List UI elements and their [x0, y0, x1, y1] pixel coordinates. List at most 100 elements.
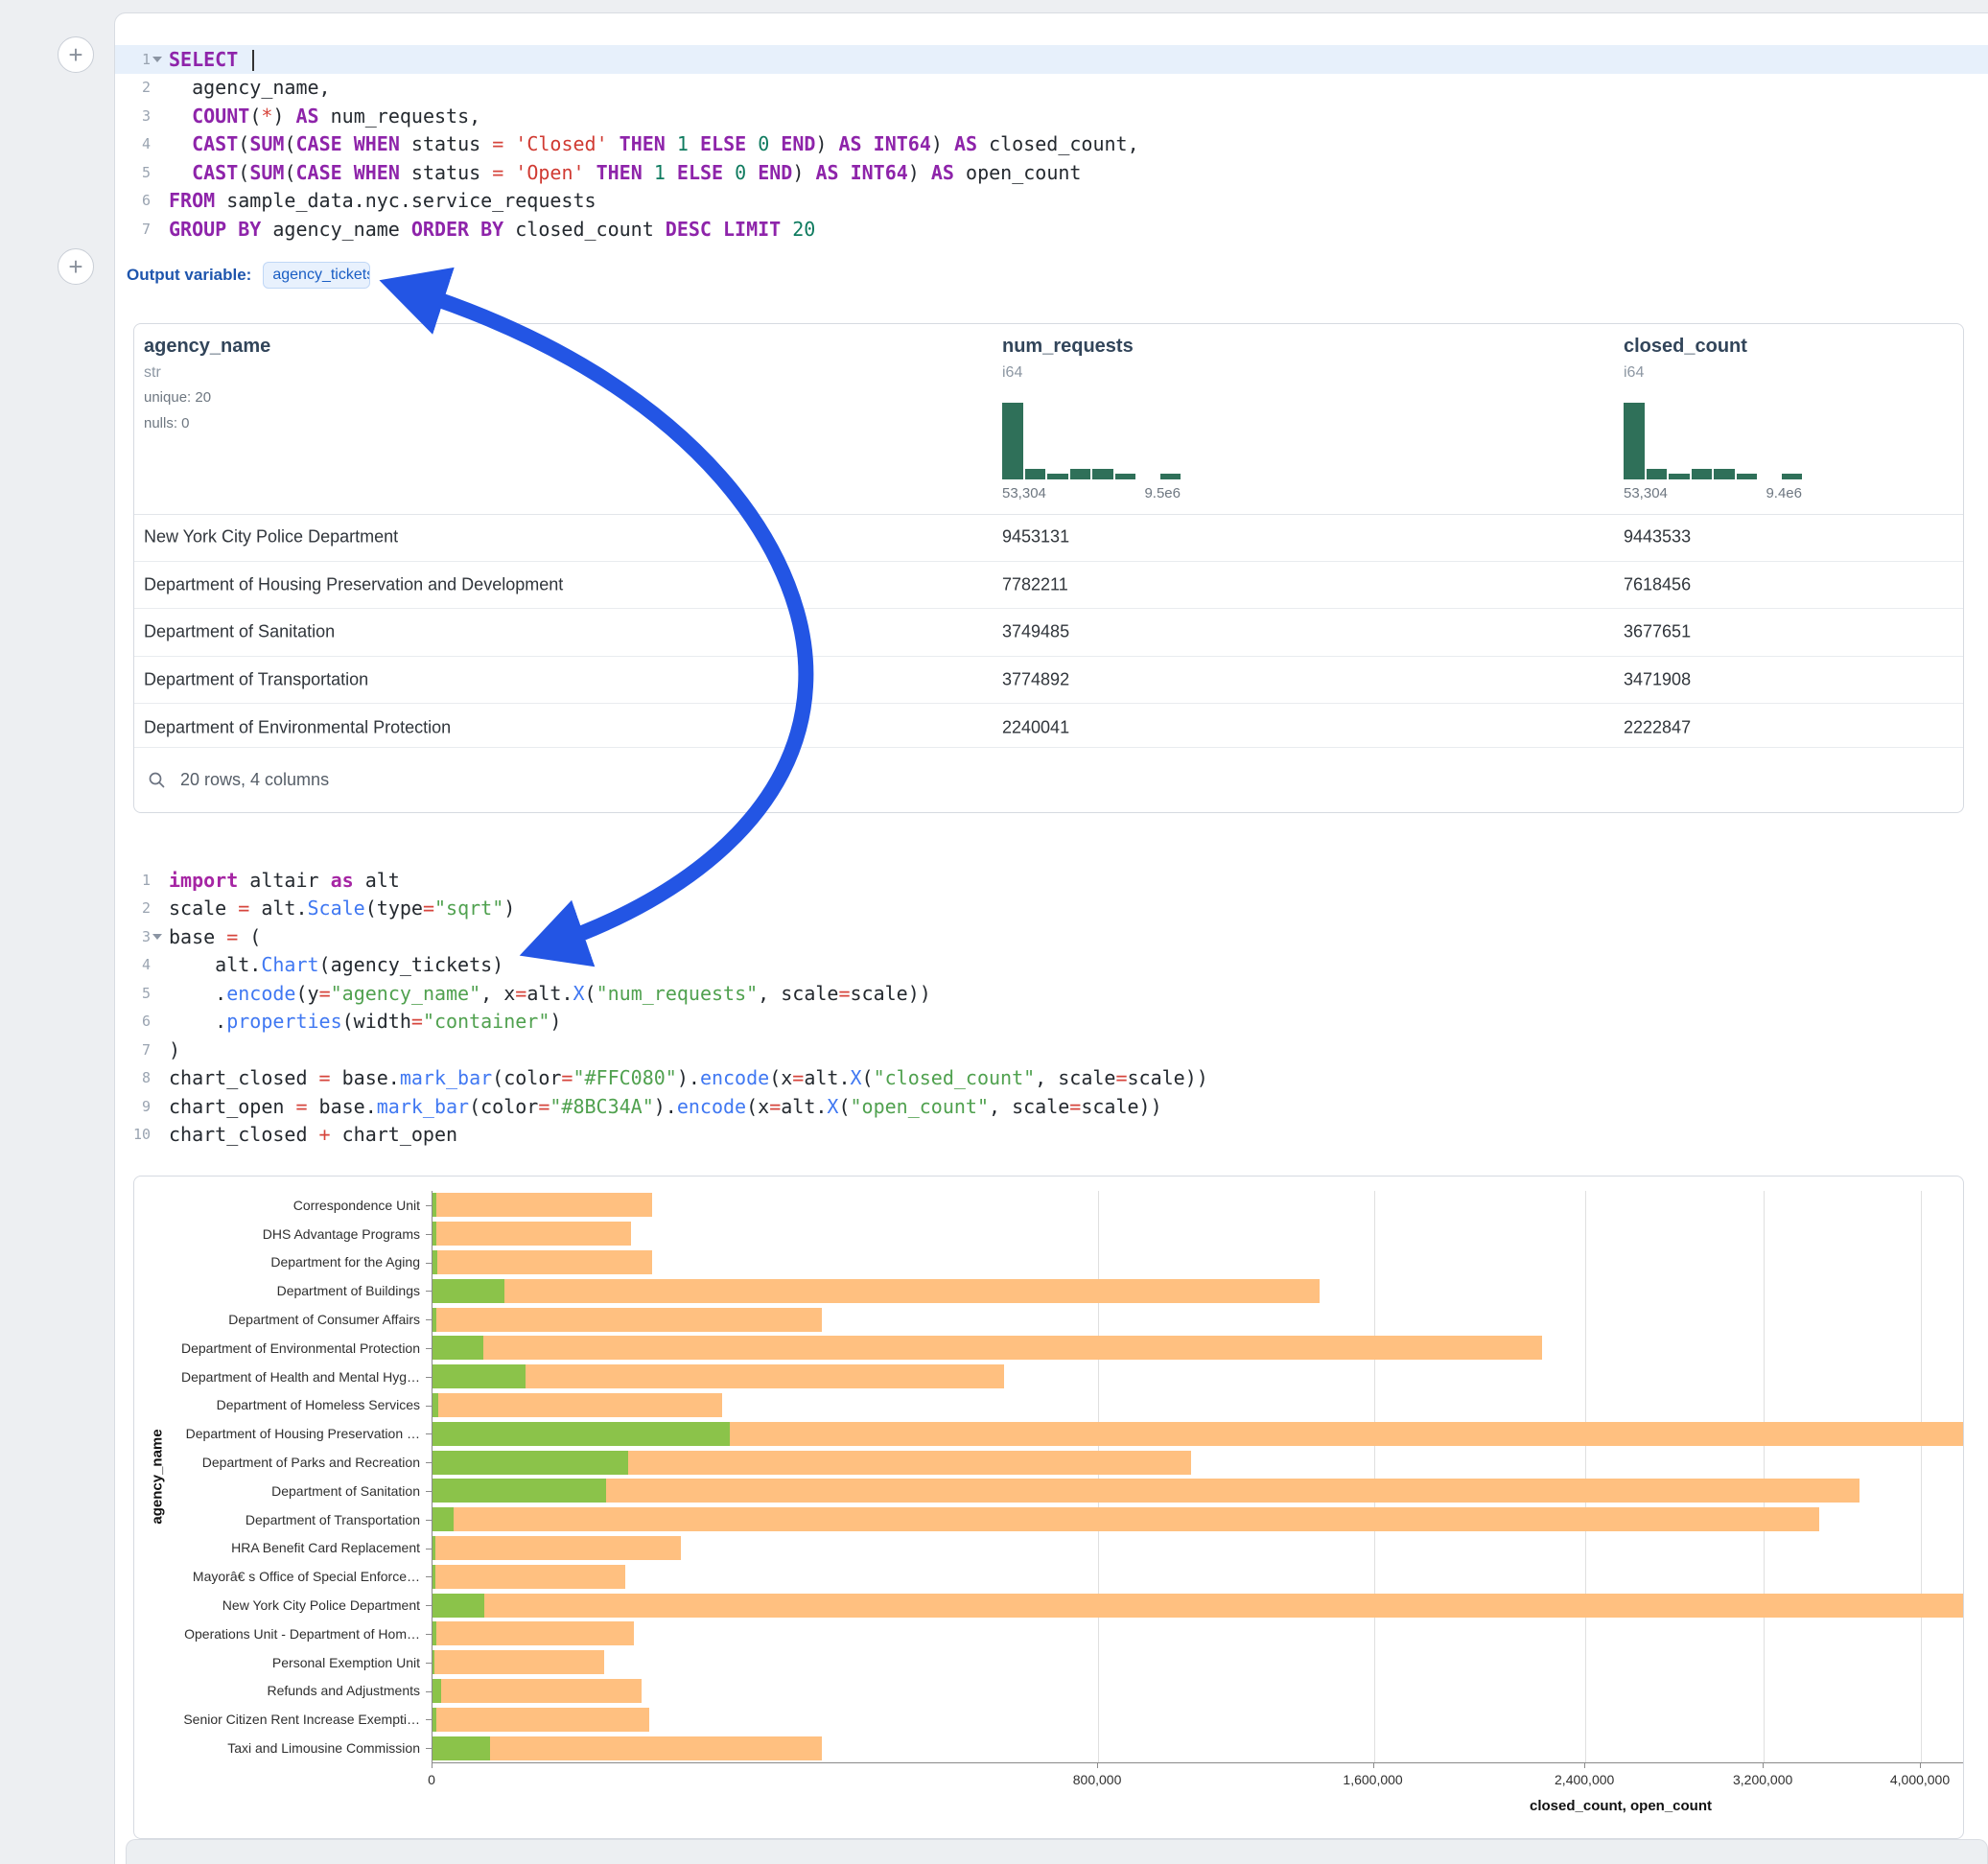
sql-editor[interactable]: 1SELECT 2 agency_name,3 COUNT(*) AS num_… [115, 45, 1988, 244]
y-axis-label: Department for the Aging [134, 1248, 423, 1277]
y-axis-label: Correspondence Unit [134, 1191, 423, 1220]
x-tick [1097, 1762, 1098, 1768]
table-row[interactable]: New York City Police Department945313194… [134, 514, 1963, 561]
output-variable-chip[interactable]: agency_tickets [263, 262, 370, 289]
table-cell: 3749485 [1002, 622, 1069, 642]
line-number: 7 [115, 221, 169, 238]
bar-open-count [433, 1679, 441, 1703]
table-row[interactable]: Department of Environmental Protection22… [134, 703, 1963, 751]
y-axis-label: Operations Unit - Department of Hom… [134, 1619, 423, 1648]
y-tick [426, 1520, 432, 1521]
code-line[interactable]: 7) [115, 1036, 1988, 1064]
bar-open-count [433, 1536, 435, 1560]
column-meta: nulls: 0 [144, 414, 547, 433]
y-tick [426, 1576, 432, 1577]
collapse-chevron-icon[interactable] [151, 931, 163, 943]
table-footer: 20 rows, 4 columns [134, 747, 1963, 812]
bar-open-count [433, 1650, 434, 1674]
code-line[interactable]: 10chart_closed + chart_open [115, 1121, 1988, 1150]
column-meta: unique: 20 [144, 388, 547, 408]
collapsed-cell[interactable] [126, 1839, 1988, 1864]
table-row[interactable]: Department of Transportation377489234719… [134, 656, 1963, 704]
y-axis-label: Department of Consumer Affairs [134, 1305, 423, 1334]
add-cell-button-top[interactable]: + [58, 36, 94, 73]
table-cell: 3774892 [1002, 670, 1069, 690]
bar-closed-count [433, 1594, 1964, 1618]
y-axis-label: HRA Benefit Card Replacement [134, 1534, 423, 1563]
table-cell: 9453131 [1002, 527, 1069, 548]
bar-closed-count [433, 1708, 649, 1732]
code-line[interactable]: 5 .encode(y="agency_name", x=alt.X("num_… [115, 979, 1988, 1008]
x-tick-label: 800,000 [1073, 1772, 1122, 1787]
gridline [1098, 1191, 1099, 1762]
bar-closed-count [433, 1250, 652, 1274]
line-number: 5 [115, 164, 169, 181]
x-tick [432, 1762, 433, 1768]
bar-closed-count [433, 1479, 1859, 1503]
code-line[interactable]: 1SELECT [115, 45, 1988, 74]
line-number: 6 [115, 192, 169, 209]
gridline [1585, 1191, 1586, 1762]
y-tick [426, 1291, 432, 1292]
bar-closed-count [433, 1536, 681, 1560]
y-tick [426, 1234, 432, 1235]
line-number: 5 [115, 985, 169, 1002]
y-tick [426, 1634, 432, 1635]
table-cell: 7618456 [1624, 574, 1691, 594]
line-number: 4 [115, 135, 169, 152]
gridline [1764, 1191, 1765, 1762]
code-line[interactable]: 2scale = alt.Scale(type="sqrt") [115, 895, 1988, 923]
bar-open-count [433, 1621, 436, 1645]
y-axis-label: Department of Health and Mental Hyg… [134, 1363, 423, 1391]
y-axis-label: New York City Police Department [134, 1591, 423, 1619]
python-editor[interactable]: 1import altair as alt2scale = alt.Scale(… [115, 866, 1988, 1149]
y-axis-label: Department of Parks and Recreation [134, 1448, 423, 1477]
code-line[interactable]: 7GROUP BY agency_name ORDER BY closed_co… [115, 215, 1988, 244]
x-tick-label: 2,400,000 [1555, 1772, 1614, 1787]
y-axis-label: Department of Transportation [134, 1505, 423, 1534]
collapse-chevron-icon[interactable] [151, 54, 163, 65]
line-number: 6 [115, 1013, 169, 1030]
code-line[interactable]: 4 CAST(SUM(CASE WHEN status = 'Closed' T… [115, 130, 1988, 159]
code-line[interactable]: 5 CAST(SUM(CASE WHEN status = 'Open' THE… [115, 158, 1988, 187]
table-row[interactable]: Department of Housing Preservation and D… [134, 561, 1963, 609]
line-number: 2 [115, 79, 169, 96]
y-tick [426, 1605, 432, 1606]
code-line[interactable]: 2 agency_name, [115, 74, 1988, 103]
code-line[interactable]: 9chart_open = base.mark_bar(color="#8BC3… [115, 1092, 1988, 1121]
table-cell: 2222847 [1624, 717, 1691, 737]
bar-open-count [433, 1250, 437, 1274]
table-body: New York City Police Department945313194… [134, 514, 1963, 751]
bar-open-count [433, 1736, 490, 1760]
plus-icon: + [68, 252, 82, 281]
table-header: agency_namestrunique: 20nulls: 0num_requ… [134, 324, 1963, 515]
bar-open-count [433, 1594, 484, 1618]
code-line[interactable]: 3 COUNT(*) AS num_requests, [115, 102, 1988, 130]
search-icon[interactable] [148, 771, 167, 790]
code-line[interactable]: 6FROM sample_data.nyc.service_requests [115, 187, 1988, 216]
y-tick [426, 1462, 432, 1463]
line-number: 3 [115, 928, 169, 945]
line-number: 1 [115, 872, 169, 889]
column-header-closed_count[interactable]: closed_counti6453,3049.4e6 [1624, 335, 1964, 501]
altair-chart: agency_name Correspondence UnitDHS Advan… [133, 1176, 1964, 1839]
bar-closed-count [433, 1565, 625, 1589]
bar-open-count [433, 1565, 435, 1589]
y-tick [426, 1319, 432, 1320]
bar-closed-count [433, 1679, 642, 1703]
code-line[interactable]: 3base = ( [115, 922, 1988, 951]
code-line[interactable]: 8chart_closed = base.mark_bar(color="#FF… [115, 1064, 1988, 1093]
column-header-agency_name[interactable]: agency_namestrunique: 20nulls: 0 [144, 335, 547, 433]
table-row[interactable]: Department of Sanitation37494853677651 [134, 608, 1963, 656]
code-line[interactable]: 6 .properties(width="container") [115, 1008, 1988, 1037]
y-tick [426, 1691, 432, 1692]
column-header-num_requests[interactable]: num_requestsi6453,3049.5e6 [1002, 335, 1405, 501]
y-axis-label: Department of Homeless Services [134, 1391, 423, 1420]
code-line[interactable]: 4 alt.Chart(agency_tickets) [115, 951, 1988, 980]
bar-closed-count [433, 1279, 1320, 1303]
line-number: 7 [115, 1041, 169, 1059]
code-line[interactable]: 1import altair as alt [115, 866, 1988, 895]
bar-closed-count [433, 1308, 822, 1332]
x-tick [1763, 1762, 1764, 1768]
add-cell-button-middle[interactable]: + [58, 248, 94, 285]
